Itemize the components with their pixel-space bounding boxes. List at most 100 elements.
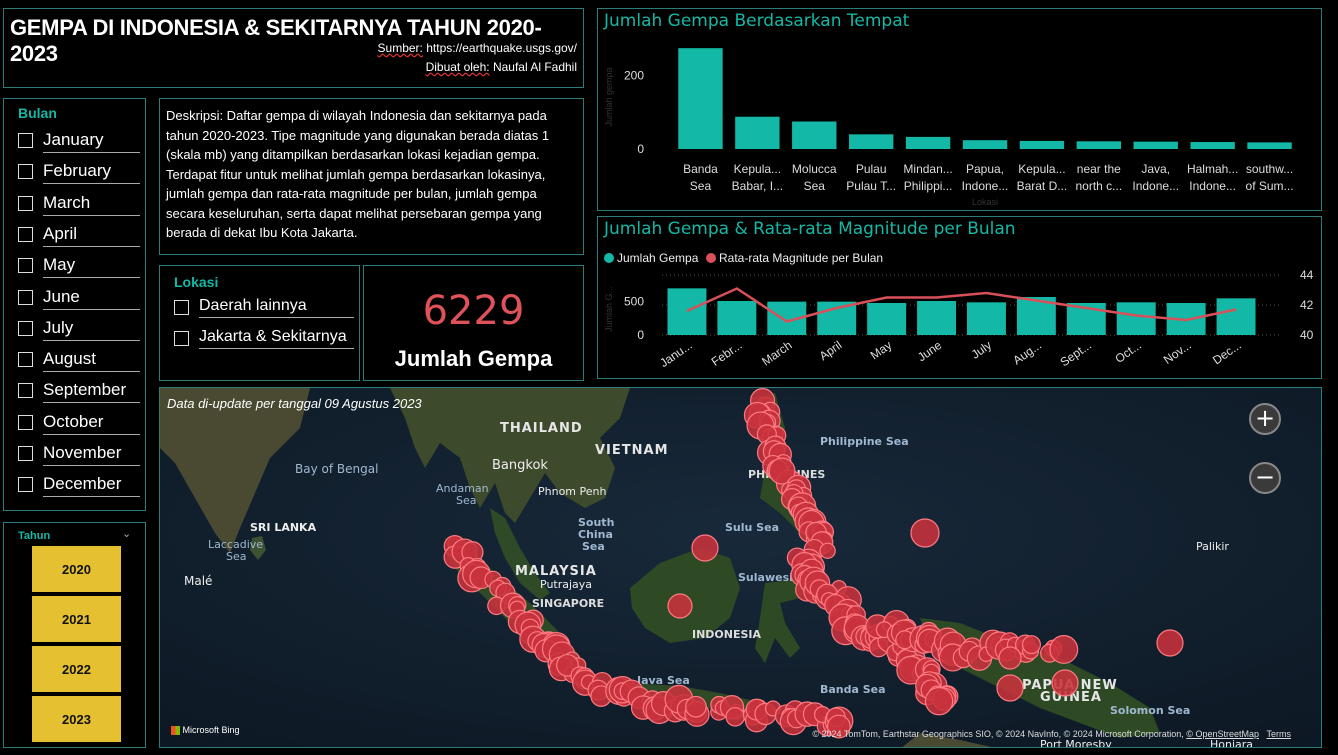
x-tick-label: July [969,338,995,362]
bar [917,301,957,335]
y-tick-label: 0 [637,328,644,342]
checkbox[interactable] [174,331,189,346]
osm-link[interactable]: © OpenStreetMap [1186,729,1259,739]
creator-line: Dibuat oleh: Naufal Al Fadhil [426,60,577,74]
legend-label: Jumlah Gempa [617,251,699,265]
bar [678,48,723,149]
month-option-label: February [43,161,140,185]
terms-link[interactable]: Terms [1267,729,1292,739]
checkbox[interactable] [174,300,189,315]
checkbox[interactable] [18,195,33,211]
checkbox[interactable] [18,226,33,242]
bar [867,303,907,335]
year-button-2020[interactable]: 2020 [32,546,121,592]
description-text: Deskripsi: Daftar gempa di wilayah Indon… [166,108,550,240]
x-tick-label: March [759,338,794,369]
legend-marker [604,253,614,263]
kpi-caption: Jumlah Gempa [394,346,553,371]
x-tick-label: May [868,338,895,362]
month-option[interactable]: November [18,440,142,468]
month-option-label: October [43,412,140,435]
map-attribution: © 2024 TomTom, Earthstar Geographics SIO… [812,729,1291,739]
bar [848,134,894,149]
bar [966,302,1006,335]
month-option-label: May [43,255,140,279]
month-option[interactable]: June [18,284,142,312]
zoom-in-button[interactable]: + [1249,403,1281,435]
month-option[interactable]: February [18,158,142,186]
month-option-label: December [43,474,140,498]
chevron-down-icon[interactable]: ⌄ [122,527,131,540]
month-option[interactable]: August [18,346,142,374]
earthquake-map[interactable]: THAILAND VIETNAM Bangkok Phnom Penh Bay … [159,387,1322,748]
checkbox[interactable] [18,383,33,399]
bar [1116,302,1156,335]
checkbox[interactable] [18,414,33,430]
checkbox[interactable] [18,258,33,274]
x-tick-label: Mindan... [903,162,952,176]
earthquake-marker [725,707,745,727]
bar [717,301,757,335]
y-tick-label: 0 [637,142,644,156]
monthly-combo-chart: Jumlah Gempa & Rata-rata Magnitude per B… [597,216,1322,379]
year-button-2022[interactable]: 2022 [32,646,121,692]
earthquake-markers[interactable] [160,388,1322,748]
earthquake-marker [691,534,719,562]
bar [1190,142,1235,149]
source-url[interactable]: https://earthquake.usgs.gov/ [426,41,577,55]
y2-tick-label: 40 [1300,328,1314,342]
month-option[interactable]: July [18,315,142,343]
earthquake-marker [819,542,836,559]
month-option[interactable]: April [18,221,142,249]
checkbox[interactable] [18,352,33,368]
location-option-label: Daerah lainnya [199,297,354,318]
bar [1216,298,1256,335]
checkbox[interactable] [18,289,33,305]
month-option[interactable]: March [18,190,142,218]
earthquake-marker [996,674,1024,702]
x-tick-label: Sept... [1058,338,1094,369]
year-slicer-title: Tahun [18,530,51,542]
month-option[interactable]: December [18,471,142,499]
checkbox[interactable] [18,320,33,336]
microsoft-logo-icon [171,726,180,735]
month-option[interactable]: September [18,377,142,405]
location-option[interactable]: Jakarta & Sekitarnya [174,325,354,353]
month-option-label: June [43,287,140,310]
bar [1133,141,1178,149]
x-tick-label: of Sum... [1246,179,1294,193]
earthquake-marker [685,695,707,718]
x-tick-label: Febr... [709,338,745,369]
bar [1076,141,1122,149]
legend-marker [706,253,716,263]
x-tick-label: Oct... [1112,338,1144,366]
x-tick-label: Sea [690,179,712,193]
month-slicer: Bulan January February March April May June Ju… [3,98,146,511]
creator-name: Naufal Al Fadhil [492,60,577,74]
checkbox[interactable] [18,164,33,180]
y-axis-label: Jumlah G... [604,286,614,332]
year-button-2021[interactable]: 2021 [32,596,121,642]
x-tick-label: Kepula... [1018,162,1065,176]
checkbox[interactable] [18,477,33,493]
x-tick-label: Aug... [1010,338,1044,367]
location-option[interactable]: Daerah lainnya [174,294,354,322]
earthquake-marker [667,593,693,619]
checkbox[interactable] [18,133,33,148]
month-option[interactable]: May [18,252,142,280]
bar [962,140,1008,149]
x-tick-label: Java, [1141,162,1170,176]
x-tick-label: June [915,338,945,365]
month-option[interactable]: January [18,127,142,155]
year-slicer: Tahun ⌄ 2020 2021 2022 2023 [3,522,146,748]
checkbox[interactable] [18,446,33,461]
year-button-2023[interactable]: 2023 [32,696,121,742]
x-tick-label: Janu... [657,338,695,370]
bar [792,121,837,149]
x-tick-label: Dec... [1210,338,1244,367]
x-tick-label: Barat D... [1017,179,1068,193]
month-option[interactable]: October [18,409,142,437]
x-tick-label: Pulau [856,162,887,176]
zoom-out-button[interactable]: − [1249,462,1281,494]
x-tick-label: Philippi... [904,179,953,193]
